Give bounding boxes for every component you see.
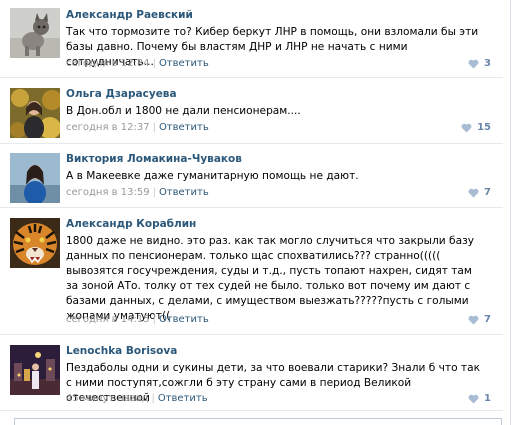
comment-timestamp[interactable]: сегодня в 12:37 (66, 122, 150, 133)
heart-icon (461, 123, 472, 133)
comment-text: В Дон.обл и 1800 не дали пенсионерам.... (66, 105, 301, 117)
tiger-avatar-icon (10, 218, 60, 268)
reply-link[interactable]: Ответить (159, 58, 209, 69)
comment-meta: сегодня в 12:37 | Ответить (66, 122, 209, 133)
reply-link[interactable]: Ответить (159, 314, 209, 325)
comment-author[interactable]: Ольга Дзарасуева (66, 88, 177, 100)
comment-item: Виктория Ломакина-Чуваков А в Макеевке д… (0, 144, 503, 208)
comment-meta: сегодня в 14:15 | Ответить (66, 314, 209, 325)
like-button[interactable]: 3 (468, 58, 491, 69)
heart-icon (468, 59, 479, 69)
like-count: 3 (484, 58, 491, 69)
comment-item: Александр Кораблин 1800 даже не видно. э… (0, 208, 503, 335)
meta-separator: | (152, 122, 156, 133)
like-button[interactable]: 7 (468, 314, 491, 325)
meta-separator: | (151, 393, 155, 404)
city-night-avatar-icon (10, 345, 60, 395)
comment-author[interactable]: Виктория Ломакина-Чуваков (66, 153, 242, 165)
like-count: 1 (484, 393, 491, 404)
scrollbar[interactable] (510, 0, 515, 425)
comment-meta: сегодня в 12:34 | Ответить (66, 58, 209, 69)
comment-text: А в Макеевке даже гуманитарную помощь не… (66, 170, 359, 182)
like-count: 15 (477, 122, 491, 133)
comment-meta: 45 минут назад | Ответить (66, 393, 208, 404)
cat-avatar-icon (10, 8, 60, 58)
comment-input[interactable] (14, 418, 502, 425)
meta-separator: | (152, 314, 156, 325)
reply-link[interactable]: Ответить (158, 393, 208, 404)
comment-author[interactable]: Александр Раевский (66, 9, 193, 21)
like-count: 7 (484, 314, 491, 325)
comment-item: Lenochka Borisova Пездаболы одни и сукин… (0, 335, 503, 411)
meta-separator: | (152, 58, 156, 69)
avatar[interactable] (10, 345, 60, 395)
like-count: 7 (484, 187, 491, 198)
avatar[interactable] (10, 218, 60, 268)
comment-timestamp[interactable]: сегодня в 12:34 (66, 58, 150, 69)
woman-autumn-avatar-icon (10, 88, 60, 138)
avatar[interactable] (10, 88, 60, 138)
like-button[interactable]: 1 (468, 393, 491, 404)
reply-link[interactable]: Ответить (159, 122, 209, 133)
heart-icon (468, 315, 479, 325)
meta-separator: | (152, 187, 156, 198)
comment-item: Александр Раевский Так что тормозите то?… (0, 0, 503, 78)
comment-author[interactable]: Александр Кораблин (66, 218, 196, 230)
comment-meta: сегодня в 13:59 | Ответить (66, 187, 209, 198)
woman-blue-avatar-icon (10, 153, 60, 203)
heart-icon (468, 188, 479, 198)
comment-author[interactable]: Lenochka Borisova (66, 345, 177, 357)
like-button[interactable]: 15 (461, 122, 491, 133)
comment-timestamp[interactable]: 45 минут назад (66, 393, 148, 404)
heart-icon (468, 394, 479, 404)
avatar[interactable] (10, 8, 60, 58)
comment-item: Ольга Дзарасуева В Дон.обл и 1800 не дал… (0, 78, 503, 144)
comment-timestamp[interactable]: сегодня в 14:15 (66, 314, 150, 325)
comment-text: 1800 даже не видно. это раз. как так мог… (66, 235, 474, 322)
comment-timestamp[interactable]: сегодня в 13:59 (66, 187, 150, 198)
reply-link[interactable]: Ответить (159, 187, 209, 198)
avatar[interactable] (10, 153, 60, 203)
like-button[interactable]: 7 (468, 187, 491, 198)
